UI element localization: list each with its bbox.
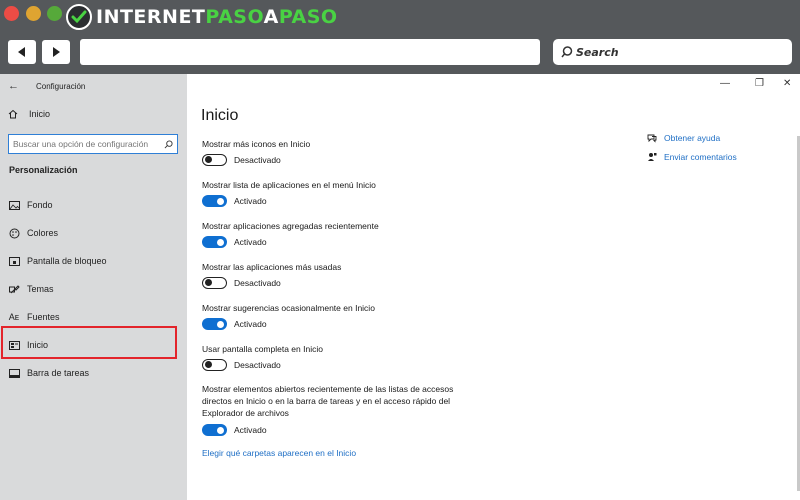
address-bar[interactable]	[80, 39, 540, 65]
toggle-state: Activado	[234, 425, 267, 435]
option-label: Mostrar más iconos en Inicio	[202, 139, 311, 149]
minimize-icon[interactable]: —	[720, 78, 730, 89]
option-label: Mostrar aplicaciones agregadas recientem…	[202, 221, 379, 231]
selected-item-highlight	[1, 326, 177, 359]
feedback-icon	[648, 153, 657, 161]
window-title: Configuración	[36, 82, 86, 91]
site-logo[interactable]: INTERNETPASOAPASO	[66, 4, 338, 30]
toggle-fullscreen[interactable]	[202, 359, 227, 371]
sidebar-item-label: Temas	[27, 284, 54, 294]
sidebar-item-colores[interactable]: Colores	[8, 225, 58, 241]
forward-arrow-icon	[53, 47, 60, 57]
toggle-app-list[interactable]	[202, 195, 227, 207]
send-feedback-link[interactable]: Enviar comentarios	[664, 152, 737, 162]
choose-folders-link[interactable]: Elegir qué carpetas aparecen en el Inici…	[202, 448, 356, 458]
close-window-button[interactable]	[4, 6, 19, 21]
font-icon: Aᴇ	[8, 312, 20, 322]
back-button[interactable]	[8, 40, 36, 64]
option-label: Mostrar las aplicaciones más usadas	[202, 262, 342, 272]
section-title: Personalización	[9, 165, 78, 175]
page-title: Inicio	[201, 107, 239, 124]
toggle-most-used[interactable]	[202, 277, 227, 289]
home-icon	[8, 109, 18, 119]
settings-search-input[interactable]	[13, 139, 158, 149]
toggle-state: Activado	[234, 237, 267, 247]
option-label: Mostrar elementos abiertos recientemente…	[202, 384, 454, 418]
taskbar-icon	[8, 368, 20, 378]
sidebar-item-label: Barra de tareas	[27, 368, 90, 378]
sidebar-item-home[interactable]: Inicio	[8, 109, 50, 119]
settings-search-field[interactable]	[8, 134, 178, 154]
get-help-link[interactable]: Obtener ayuda	[664, 133, 720, 143]
logo-text-a: A	[263, 6, 279, 28]
option-label: Usar pantalla completa en Inicio	[202, 344, 323, 354]
brush-icon	[8, 284, 20, 295]
lock-screen-icon	[8, 256, 20, 266]
toggle-state: Activado	[234, 196, 267, 206]
sidebar-item-temas[interactable]: Temas	[8, 281, 54, 297]
toggle-recent-items[interactable]	[202, 424, 227, 436]
settings-main-panel: — ❐ ✕ Inicio Mostrar más iconos en Inici…	[187, 74, 800, 500]
logo-mark-icon	[66, 4, 92, 30]
sidebar-item-barra-de-tareas[interactable]: Barra de tareas	[8, 365, 89, 381]
minimize-window-button[interactable]	[26, 6, 41, 21]
logo-text-internet: INTERNET	[96, 6, 206, 28]
help-icon	[647, 134, 657, 143]
toggle-recently-added[interactable]	[202, 236, 227, 248]
back-arrow-icon	[18, 47, 25, 57]
sidebar-item-label: Fuentes	[27, 312, 60, 322]
sidebar-home-label: Inicio	[29, 109, 51, 119]
search-icon	[164, 139, 173, 148]
sidebar-item-label: Fondo	[27, 200, 53, 210]
settings-sidebar: ← Configuración Inicio Personalización F…	[0, 74, 187, 500]
sidebar-item-fondo[interactable]: Fondo	[8, 197, 53, 213]
sidebar-item-label: Pantalla de bloqueo	[27, 256, 107, 266]
maximize-window-button[interactable]	[47, 6, 62, 21]
toggle-state: Desactivado	[234, 360, 281, 370]
toggle-state: Activado	[234, 319, 267, 329]
toggle-state: Desactivado	[234, 155, 281, 165]
browser-search-field[interactable]: Search	[553, 39, 792, 65]
option-label: Mostrar sugerencias ocasionalmente en In…	[202, 303, 375, 313]
restore-icon[interactable]: ❐	[755, 78, 764, 89]
search-label: Search	[576, 45, 619, 59]
close-icon[interactable]: ✕	[783, 78, 791, 89]
option-label: Mostrar lista de aplicaciones en el menú…	[202, 180, 376, 190]
palette-icon	[8, 228, 20, 239]
browser-chrome: INTERNETPASOAPASO Search	[0, 0, 800, 74]
sidebar-item-label: Colores	[27, 228, 59, 238]
toggle-more-icons[interactable]	[202, 154, 227, 166]
back-arrow-icon[interactable]: ←	[8, 80, 19, 92]
search-icon	[561, 46, 573, 58]
image-icon	[8, 200, 20, 210]
toggle-suggestions[interactable]	[202, 318, 227, 330]
forward-button[interactable]	[42, 40, 70, 64]
sidebar-item-fuentes[interactable]: Aᴇ Fuentes	[8, 309, 60, 325]
toggle-state: Desactivado	[234, 278, 281, 288]
logo-text-paso2: PASO	[278, 6, 338, 28]
logo-text-paso: PASO	[205, 6, 264, 28]
sidebar-item-pantalla-de-bloqueo[interactable]: Pantalla de bloqueo	[8, 253, 107, 269]
